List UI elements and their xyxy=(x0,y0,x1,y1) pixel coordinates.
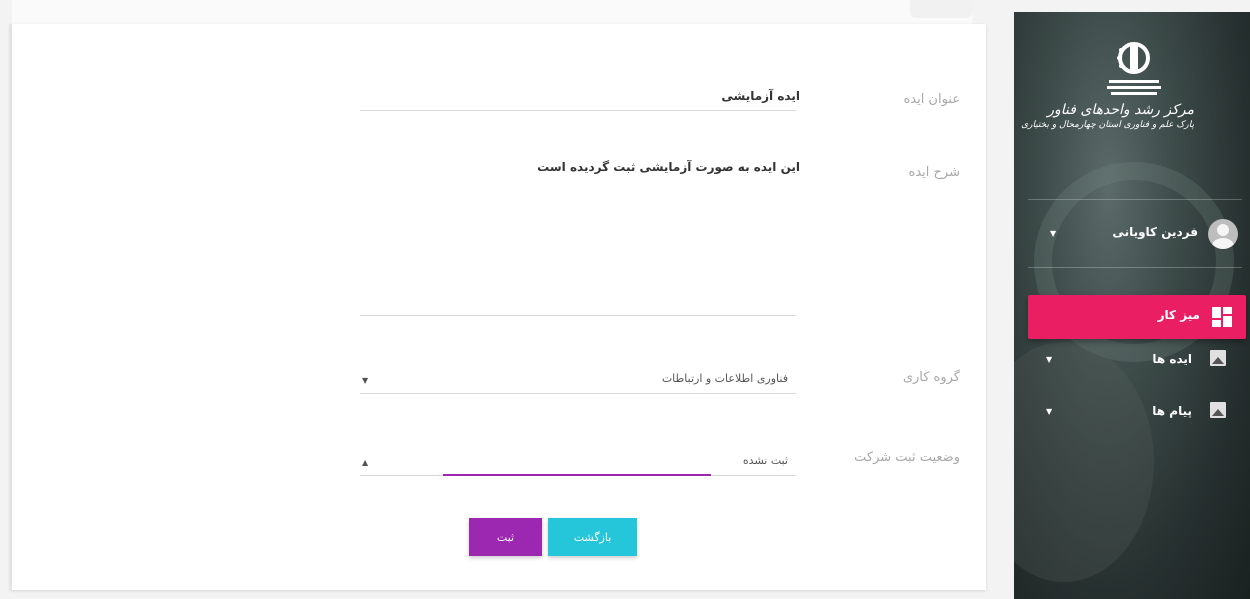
idea-description-field[interactable]: این ایده به صورت آزمایشی ثبت گردیده است xyxy=(372,160,800,174)
image-icon xyxy=(1210,402,1226,418)
sidebar-divider xyxy=(1028,267,1242,268)
dashboard-icon xyxy=(1212,307,1232,327)
company-status-select[interactable]: ثبت نشده ▲ xyxy=(360,448,796,476)
workgroup-select[interactable]: فناوری اطلاعات و ارتباطات ▼ xyxy=(360,366,796,394)
chevron-up-icon: ▲ xyxy=(362,458,369,467)
company-status-focus-bar xyxy=(443,474,711,476)
sidebar-item-label: میز کار xyxy=(1157,308,1200,322)
incubator-logo: مرکز رشد واحدهای فناور پارک علم و فناوری… xyxy=(1021,38,1194,148)
chevron-down-icon: ▼ xyxy=(362,376,369,385)
sidebar-item-label: ایده ها xyxy=(1152,352,1192,366)
back-button[interactable]: بازگشت xyxy=(548,518,637,556)
submit-button[interactable]: ثبت xyxy=(469,518,542,556)
idea-form-card: عنوان ایده ایده آزمایشی شرح ایده این اید… xyxy=(10,24,986,590)
workgroup-selected-value: فناوری اطلاعات و ارتباطات xyxy=(661,372,788,385)
sidebar-divider xyxy=(1028,199,1242,200)
idea-title-field[interactable]: ایده آزمایشی xyxy=(372,89,800,103)
top-notch xyxy=(910,0,972,18)
sidebar: مرکز رشد واحدهای فناور پارک علم و فناوری… xyxy=(1014,12,1250,599)
image-icon xyxy=(1210,350,1226,366)
idea-title-underline xyxy=(360,110,796,111)
sidebar-item-label: پیام ها xyxy=(1152,404,1192,418)
avatar xyxy=(1208,219,1238,249)
caret-down-icon: ▼ xyxy=(1050,229,1057,238)
sidebar-item-messages[interactable]: پیام ها ▼ xyxy=(1044,397,1244,427)
sidebar-item-ideas[interactable]: ایده ها ▼ xyxy=(1044,345,1244,375)
sidebar-background-shape xyxy=(1014,342,1154,582)
company-status-selected-value: ثبت نشده xyxy=(742,454,788,467)
idea-title-label: عنوان ایده xyxy=(903,92,960,107)
idea-description-label: شرح ایده xyxy=(908,165,960,180)
workgroup-label: گروه کاری xyxy=(902,370,960,385)
workgroup-underline xyxy=(360,393,796,394)
company-status-label: وضعیت ثبت شرکت xyxy=(854,450,960,465)
caret-down-icon: ▼ xyxy=(1046,355,1053,364)
logo-subtitle: پارک علم و فناوری استان چهارمحال و بختیا… xyxy=(1021,120,1194,130)
caret-down-icon: ▼ xyxy=(1046,407,1053,416)
user-menu[interactable]: فردین کاویانی ▼ xyxy=(1044,217,1244,253)
gear-book-logo-icon xyxy=(1099,38,1169,98)
top-strip xyxy=(12,0,972,24)
user-name: فردین کاویانی xyxy=(1112,225,1198,239)
idea-description-underline xyxy=(360,315,796,316)
sidebar-item-dashboard[interactable]: میز کار xyxy=(1028,295,1246,339)
logo-title: مرکز رشد واحدهای فناور xyxy=(1047,102,1194,118)
